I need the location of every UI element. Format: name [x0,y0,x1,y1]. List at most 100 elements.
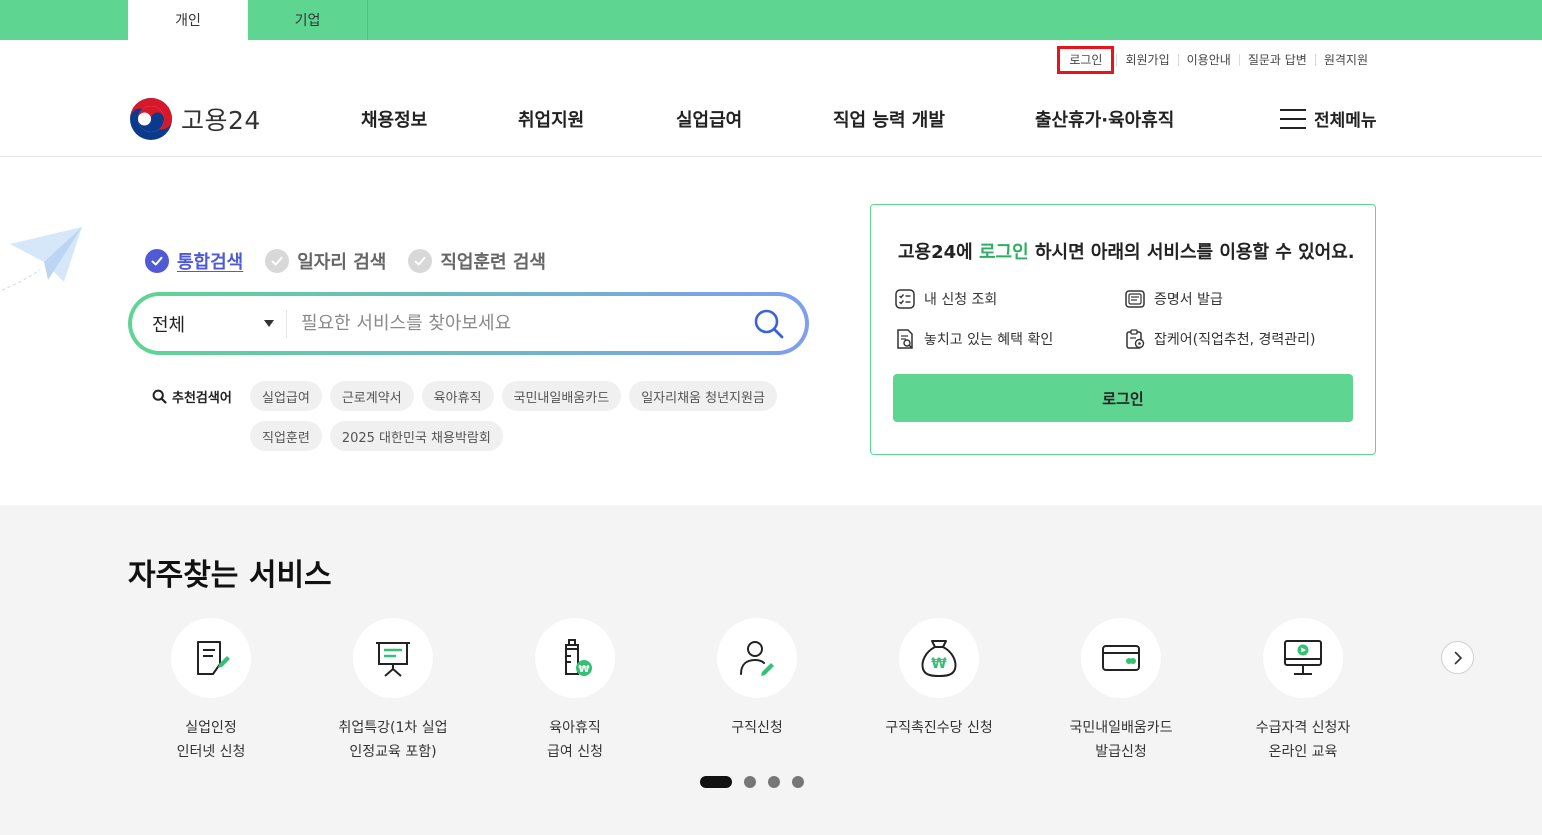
keyword-chip[interactable]: 2025 대한민국 채용박람회 [329,421,503,451]
keyword-chip[interactable]: 육아휴직 [421,381,494,411]
service-label: 실업인정 인터넷 신청 [176,720,246,760]
search-box: 전체 [128,292,809,355]
nav-item-vocational-training[interactable]: 직업 능력 개발 [833,106,945,132]
login-message-prefix: 고용24에 [898,242,979,263]
login-message-link[interactable]: 로그인 [979,242,1029,263]
search-button[interactable] [753,308,785,344]
card-icon [1102,645,1140,671]
utility-links: 로그인 회원가입 이용안내 질문과 답변 원격지원 [1057,46,1376,74]
nav-item-parental-leave[interactable]: 출산휴가·육아휴직 [1035,106,1174,132]
hamburger-icon [1280,108,1306,129]
header: 고용24 채용정보 취업지원 실업급여 직업 능력 개발 출산휴가·육아휴직 전… [0,80,1542,157]
service-item-unemployment-certification[interactable]: 실업인정 인터넷 신청 [121,618,301,764]
service-item-parental-leave-benefit[interactable]: ₩ 육아휴직 급여 신청 [485,618,665,764]
service-icon-circle [1263,618,1343,698]
money-bag-icon: ₩ [921,640,957,678]
clipboard-gear-icon [1126,329,1145,349]
search-icon [754,309,784,339]
magnifier-icon [152,389,167,404]
search-tab-training[interactable]: 직업훈련 검색 [408,248,546,274]
carousel-next-button[interactable] [1441,641,1474,674]
login-item-label: 잡케어(직업추천, 경력관리) [1154,332,1316,348]
pagination-dot[interactable] [744,776,756,788]
guide-link[interactable]: 이용안내 [1177,54,1239,66]
keyword-chips: 실업급여 근로계약서 육아휴직 국민내일배움카드 일자리채움 청년지원금 직업훈… [250,381,790,451]
check-icon [408,249,433,273]
service-icon-circle [171,618,251,698]
login-item-label: 증명서 발급 [1154,292,1223,308]
search-tab-integrated[interactable]: 통합검색 [145,248,243,274]
search-tab-label: 직업훈련 검색 [440,252,546,273]
baby-bottle-icon: ₩ [565,639,592,676]
certificate-icon [1125,290,1145,308]
login-message: 고용24에 로그인 하시면 아래의 서비스를 이용할 수 있어요. [898,238,1355,264]
checklist-icon [895,289,915,309]
service-label: 구직신청 [731,720,783,736]
frequent-services-section: 자주찾는 서비스 실업인정 인터넷 신청 취업특강(1차 실업 인정교육 포함)… [0,505,1542,835]
top-bar: 개인 기업 [0,0,1542,40]
all-menu-label: 전체메뉴 [1314,111,1377,131]
service-item-tomorrow-learning-card[interactable]: 국민내일배움카드 발급신청 [1031,618,1211,764]
search-tabs: 통합검색 일자리 검색 직업훈련 검색 [145,248,546,274]
tab-business[interactable]: 기업 [248,0,368,40]
nav-item-unemployment-benefit[interactable]: 실업급여 [676,106,742,132]
keyword-chip[interactable]: 실업급여 [250,381,322,411]
presentation-board-icon [376,642,410,677]
my-application-lookup[interactable]: 내 신청 조회 [894,288,997,310]
chevron-right-icon [1454,651,1462,664]
login-panel: 고용24에 로그인 하시면 아래의 서비스를 이용할 수 있어요. 내 신청 조… [870,204,1376,455]
tab-personal[interactable]: 개인 [128,0,248,40]
pagination-dot[interactable] [768,776,780,788]
certificate-issue[interactable]: 증명서 발급 [1124,288,1223,310]
paper-plane-icon [1,227,82,291]
jobcare-link[interactable]: 잡케어(직업추천, 경력관리) [1124,328,1316,350]
nav-item-employment-support[interactable]: 취업지원 [518,106,584,132]
login-message-suffix: 하시면 아래의 서비스를 이용할 수 있어요. [1028,242,1355,263]
search-tab-jobs[interactable]: 일자리 검색 [265,248,386,274]
login-item-label: 내 신청 조회 [924,292,998,308]
service-label: 육아휴직 급여 신청 [547,720,603,760]
document-pen-icon [197,641,230,675]
search-input[interactable] [287,313,727,334]
service-icon-circle [1081,618,1161,698]
svg-text:₩: ₩ [931,656,947,672]
search-category-value: 전체 [152,314,186,336]
keyword-chip[interactable]: 근로계약서 [329,381,414,411]
recommend-label: 추천검색어 [152,387,232,406]
service-icon-circle [353,618,433,698]
signup-link[interactable]: 회원가입 [1116,54,1177,66]
carousel-pagination [700,776,804,788]
site-logo[interactable]: 고용24 [129,97,261,141]
service-label: 취업특강(1차 실업 인정교육 포함) [338,720,448,760]
service-item-online-education[interactable]: 수급자격 신청자 온라인 교육 [1213,618,1393,764]
nav-item-jobs[interactable]: 채용정보 [361,106,427,132]
document-search-icon [897,329,913,349]
service-item-job-application[interactable]: 구직신청 [667,618,847,740]
remote-support-link[interactable]: 원격지원 [1314,54,1376,66]
all-menu-button[interactable]: 전체메뉴 [1280,106,1377,131]
keyword-chip[interactable]: 직업훈련 [250,421,322,451]
qna-link[interactable]: 질문과 답변 [1238,54,1315,66]
service-item-job-promotion-allowance[interactable]: ₩ 구직촉진수당 신청 [849,618,1029,740]
search-category-select[interactable]: 전체 [132,309,287,338]
service-label: 수급자격 신청자 온라인 교육 [1255,720,1351,760]
missed-benefits-check[interactable]: 놓치고 있는 혜택 확인 [894,328,1053,350]
svg-text:₩: ₩ [578,664,589,675]
taegeuk-logo-icon [130,98,172,140]
keyword-chip[interactable]: 국민내일배움카드 [501,381,622,411]
login-link[interactable]: 로그인 [1057,46,1115,74]
person-pen-icon [740,641,774,676]
search-tab-label: 통합검색 [177,252,244,273]
service-icon-circle: ₩ [535,618,615,698]
service-label: 구직촉진수당 신청 [885,720,993,736]
pagination-dot[interactable] [792,776,804,788]
search-tab-label: 일자리 검색 [297,252,387,273]
service-item-job-lecture[interactable]: 취업특강(1차 실업 인정교육 포함) [303,618,483,764]
monitor-play-icon [1284,640,1322,675]
pagination-dot[interactable] [700,776,732,788]
service-label: 국민내일배움카드 발급신청 [1069,720,1173,760]
login-button[interactable]: 로그인 [893,374,1353,422]
keyword-chip[interactable]: 일자리채움 청년지원금 [629,381,777,411]
check-icon [145,249,169,273]
section-title: 자주찾는 서비스 [128,558,332,593]
